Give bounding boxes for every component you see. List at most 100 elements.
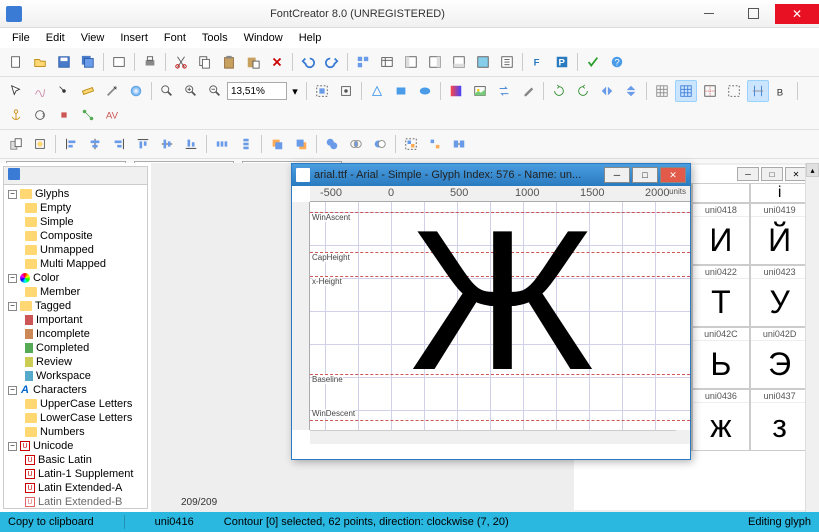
zoom-dropdown[interactable]: ▾ — [288, 80, 302, 102]
grid-button[interactable] — [651, 80, 673, 102]
bearings-button[interactable] — [747, 80, 769, 102]
swap-button[interactable] — [493, 80, 515, 102]
menu-insert[interactable]: Insert — [112, 30, 156, 46]
cut-button[interactable] — [170, 51, 192, 73]
dist-h-button[interactable] — [211, 133, 233, 155]
panel1-button[interactable] — [400, 51, 422, 73]
panel4-button[interactable] — [472, 51, 494, 73]
print-button[interactable] — [139, 51, 161, 73]
zoom-input[interactable] — [227, 82, 287, 100]
close-button[interactable] — [775, 4, 819, 24]
tree-important[interactable]: Important — [6, 313, 145, 327]
categories-button[interactable] — [376, 51, 398, 73]
grid2-button[interactable] — [675, 80, 697, 102]
contour-button[interactable] — [366, 80, 388, 102]
tree-characters[interactable]: −ACharacters — [6, 383, 145, 397]
collapse-icon[interactable]: − — [8, 274, 17, 283]
tree-numbers[interactable]: Numbers — [6, 425, 145, 439]
autohelp-button[interactable]: ? — [606, 51, 628, 73]
glyph-cell[interactable]: uni042DЭ — [750, 327, 809, 389]
menu-tools[interactable]: Tools — [194, 30, 236, 46]
collapse-icon[interactable]: − — [8, 442, 17, 451]
align-left-button[interactable] — [60, 133, 82, 155]
undo-button[interactable] — [297, 51, 319, 73]
fit-button[interactable] — [311, 80, 333, 102]
collapse-icon[interactable]: − — [8, 386, 17, 395]
menu-edit[interactable]: Edit — [38, 30, 73, 46]
panel2-button[interactable] — [424, 51, 446, 73]
align-center-h-button[interactable] — [84, 133, 106, 155]
editor-canvas[interactable]: -500 0 500 1000 1500 2000 units WinAscen… — [292, 186, 690, 444]
panel-minimize-button[interactable]: ─ — [737, 167, 759, 181]
new-button[interactable] — [5, 51, 27, 73]
right-scrollbar[interactable]: ▴ — [805, 163, 819, 512]
tree-unicode[interactable]: −UUnicode — [6, 439, 145, 453]
pointer-button[interactable] — [5, 80, 27, 102]
group-button[interactable] — [352, 51, 374, 73]
glyph-cell[interactable]: uni0418И — [692, 203, 751, 265]
glyph-cell[interactable]: і — [750, 183, 809, 203]
tree-incomplete[interactable]: Incomplete — [6, 327, 145, 341]
comp-button[interactable] — [5, 133, 27, 155]
flip-v-button[interactable] — [620, 80, 642, 102]
tree-multimapped[interactable]: Multi Mapped — [6, 257, 145, 271]
freehand-button[interactable] — [29, 80, 51, 102]
editor-close-button[interactable]: ✕ — [660, 167, 686, 183]
menu-help[interactable]: Help — [291, 30, 330, 46]
paste-special-button[interactable] — [242, 51, 264, 73]
snap-button[interactable] — [335, 80, 357, 102]
glyph-cell[interactable]: uni0422Т — [692, 265, 751, 327]
open-button[interactable] — [29, 51, 51, 73]
menu-view[interactable]: View — [73, 30, 113, 46]
dist-v-button[interactable] — [235, 133, 257, 155]
validate-button[interactable] — [582, 51, 604, 73]
direction-button[interactable] — [29, 104, 51, 126]
glyph-cell[interactable]: uni0419Й — [750, 203, 809, 265]
redo-button[interactable] — [321, 51, 343, 73]
save-all-button[interactable] — [77, 51, 99, 73]
metrics2-button[interactable] — [29, 133, 51, 155]
image-button[interactable] — [469, 80, 491, 102]
knife-button[interactable] — [101, 80, 123, 102]
tree-review[interactable]: Review — [6, 355, 145, 369]
metrics-button[interactable] — [723, 80, 745, 102]
exclude-button[interactable] — [369, 133, 391, 155]
tree-composite[interactable]: Composite — [6, 229, 145, 243]
save-button[interactable] — [53, 51, 75, 73]
tree-simple[interactable]: Simple — [6, 215, 145, 229]
glyph-outline[interactable]: Ж — [375, 232, 630, 370]
anchor-button[interactable] — [5, 104, 27, 126]
tree-latinextb[interactable]: ULatin Extended-B — [6, 495, 145, 509]
tree-uppercase[interactable]: UpperCase Letters — [6, 397, 145, 411]
tree-latinexta[interactable]: ULatin Extended-A — [6, 481, 145, 495]
flip-h-button[interactable] — [596, 80, 618, 102]
menu-window[interactable]: Window — [236, 30, 291, 46]
connections-button[interactable] — [77, 104, 99, 126]
rotate-cw-button[interactable] — [548, 80, 570, 102]
firstpoint-button[interactable] — [53, 104, 75, 126]
panel-close-button[interactable]: ✕ — [785, 167, 807, 181]
minimize-button[interactable] — [687, 4, 731, 24]
outline-button[interactable]: B — [771, 80, 793, 102]
editor-scrollbar-h[interactable] — [310, 430, 676, 444]
send-back-button[interactable] — [266, 133, 288, 155]
eyedropper-button[interactable] — [517, 80, 539, 102]
tree-workspace[interactable]: Workspace — [6, 369, 145, 383]
canvas-inner[interactable]: WinAscent CapHeight x-Height Baseline Wi… — [310, 202, 690, 430]
union-button[interactable] — [321, 133, 343, 155]
rotate-ccw-button[interactable] — [572, 80, 594, 102]
glyph-editor-window[interactable]: arial.ttf - Arial - Simple - Glyph Index… — [291, 163, 691, 460]
panel3-button[interactable] — [448, 51, 470, 73]
menu-font[interactable]: Font — [156, 30, 194, 46]
glyph-cell[interactable]: uni0423У — [750, 265, 809, 327]
align-top-button[interactable] — [132, 133, 154, 155]
align-center-v-button[interactable] — [156, 133, 178, 155]
align-bottom-button[interactable] — [180, 133, 202, 155]
copy-button[interactable] — [194, 51, 216, 73]
paste-button[interactable] — [218, 51, 240, 73]
panel5-button[interactable] — [496, 51, 518, 73]
editor-minimize-button[interactable]: ─ — [604, 167, 630, 183]
delete-button[interactable] — [266, 51, 288, 73]
tree-latin1[interactable]: ULatin-1 Supplement — [6, 467, 145, 481]
tree-unmapped[interactable]: Unmapped — [6, 243, 145, 257]
